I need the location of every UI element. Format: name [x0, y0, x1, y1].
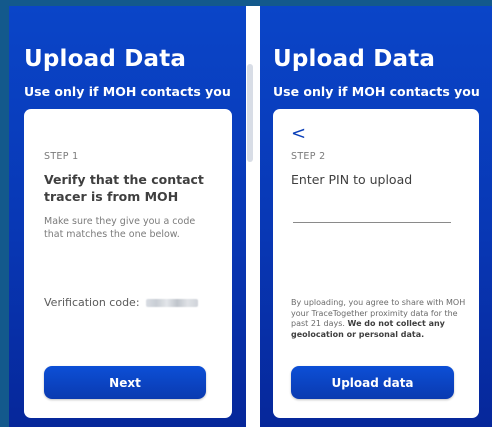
verification-code-label: Verification code:: [44, 296, 140, 309]
page-title: Upload Data: [24, 46, 187, 72]
page-subtitle: Use only if MOH contacts you: [273, 84, 480, 99]
upload-data-button[interactable]: Upload data: [291, 366, 454, 399]
step-label: STEP 2: [291, 151, 326, 162]
next-button[interactable]: Next: [44, 366, 206, 399]
scrollbar[interactable]: [247, 64, 253, 162]
step-description: Make sure they give you a code that matc…: [44, 216, 196, 240]
upload-step1-screen: Upload Data Use only if MOH contacts you…: [9, 6, 246, 427]
back-chevron-icon[interactable]: <: [291, 125, 306, 143]
step1-card: STEP 1 Verify that the contact tracer is…: [24, 109, 232, 418]
verification-code-row: Verification code:: [44, 296, 198, 309]
step-label: STEP 1: [44, 151, 79, 162]
page-title: Upload Data: [273, 46, 436, 72]
page-subtitle: Use only if MOH contacts you: [24, 84, 231, 99]
step-heading: Enter PIN to upload: [291, 172, 413, 187]
upload-step2-screen: Upload Data Use only if MOH contacts you…: [260, 6, 492, 427]
verification-code-value: [145, 299, 198, 307]
step2-card: < STEP 2 Enter PIN to upload By uploadin…: [273, 109, 479, 418]
step-heading: Verify that the contact tracer is from M…: [44, 172, 204, 204]
pin-input[interactable]: [293, 204, 451, 223]
consent-text: By uploading, you agree to share with MO…: [291, 298, 473, 340]
